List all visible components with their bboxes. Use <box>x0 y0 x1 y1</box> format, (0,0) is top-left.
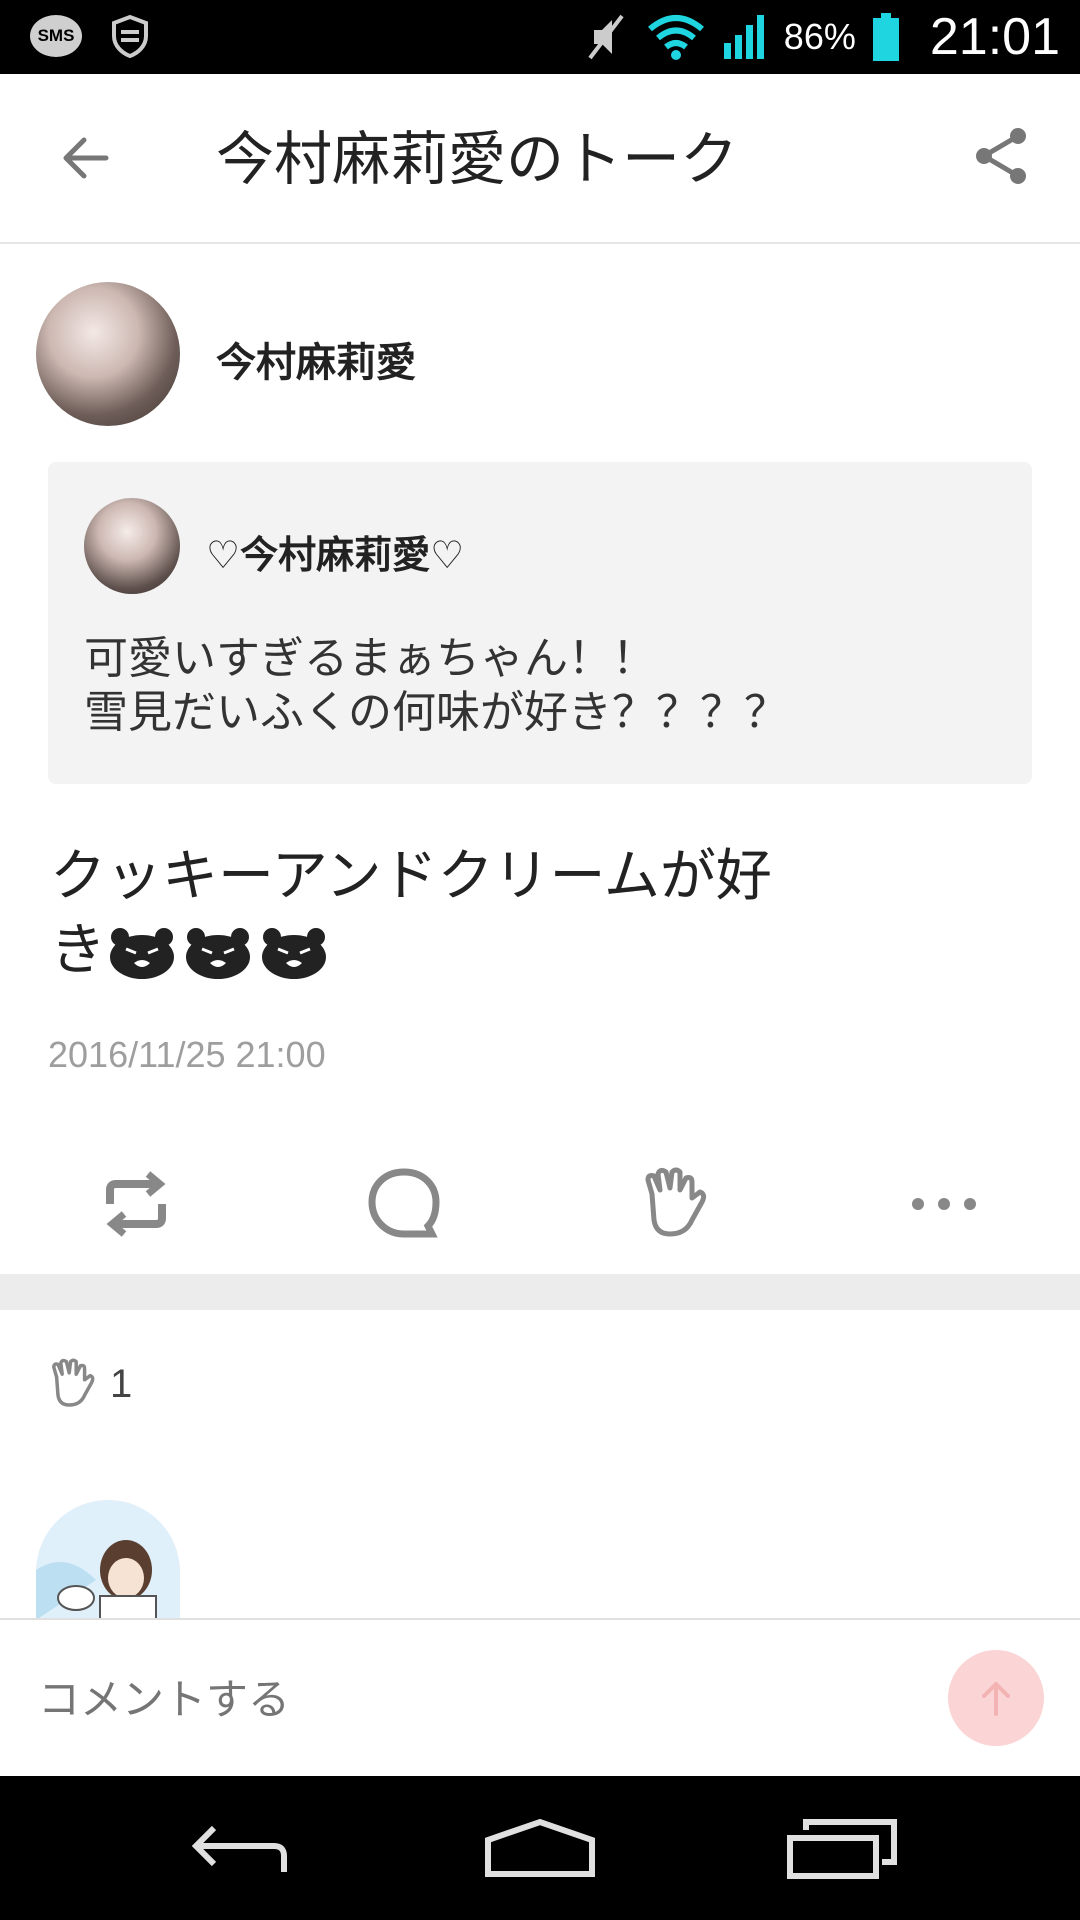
battery-icon <box>872 13 899 61</box>
share-icon[interactable] <box>970 124 1034 188</box>
clap-icon[interactable] <box>634 1164 714 1244</box>
status-clock: 21:01 <box>929 8 1060 66</box>
more-icon[interactable] <box>904 1164 984 1244</box>
quote-body: 可愛いすぎるまぁちゃん！！ 雪見だいふくの何味が好き？？？？ <box>84 632 1004 740</box>
liker-avatar[interactable] <box>36 1500 180 1620</box>
post-text-fragment: き <box>50 918 106 983</box>
quoted-message[interactable]: ♡今村麻莉愛♡ 可愛いすぎるまぁちゃん！！ 雪見だいふくの何味が好き？？？？ <box>48 462 1032 784</box>
comment-input[interactable] <box>36 1674 740 1725</box>
signal-icon <box>723 15 764 59</box>
author-avatar[interactable] <box>36 282 180 426</box>
comment-bar <box>0 1618 1080 1778</box>
bear-emoji-icon <box>186 928 250 979</box>
likes-count: 1 <box>110 1361 133 1406</box>
quote-line: 雪見だいふくの何味が好き？？？？ <box>84 687 788 738</box>
back-arrow-icon[interactable] <box>56 128 116 188</box>
mute-icon <box>588 14 624 60</box>
nav-back-icon[interactable] <box>180 1816 300 1880</box>
post-text-line: クッキーアンドクリームが好 <box>50 844 772 909</box>
comment-icon[interactable] <box>364 1164 444 1244</box>
page-title: 今村麻莉愛のトーク <box>216 125 739 193</box>
clap-icon <box>52 1358 95 1407</box>
send-arrow-icon <box>982 1682 1010 1716</box>
battery-percent: 86% <box>783 16 856 57</box>
quote-author-name: ♡今村麻莉愛♡ <box>206 533 465 577</box>
system-nav-bar <box>0 1776 1080 1920</box>
post-text-line: き <box>50 914 1010 988</box>
status-left: SMS <box>30 14 150 58</box>
send-button[interactable] <box>948 1650 1044 1746</box>
wifi-icon <box>647 15 704 60</box>
post-actions <box>0 1150 1080 1250</box>
author-name[interactable]: 今村麻莉愛 <box>216 330 416 388</box>
quote-avatar <box>84 498 180 594</box>
repost-icon[interactable] <box>96 1164 176 1244</box>
bear-emoji-icon <box>110 928 174 979</box>
status-bar: SMS 86% 21:01 <box>0 0 1080 74</box>
bear-emoji-icon <box>262 928 326 979</box>
liker-avatar-illustration <box>36 1500 180 1620</box>
nav-home-icon[interactable] <box>480 1816 600 1880</box>
app-header: 今村麻莉愛のトーク <box>0 74 1080 244</box>
sms-icon: SMS <box>30 15 82 57</box>
section-divider <box>0 1274 1080 1310</box>
shield-icon <box>112 14 148 58</box>
likes-summary[interactable]: 1 <box>44 1356 132 1412</box>
status-right: 86% 21:01 <box>580 0 1060 74</box>
post-text: クッキーアンドクリームが好 き <box>50 840 1010 988</box>
quote-line: 可愛いすぎるまぁちゃん！！ <box>84 633 656 684</box>
nav-recents-icon[interactable] <box>782 1816 902 1880</box>
post-timestamp: 2016/11/25 21:00 <box>48 1034 326 1075</box>
